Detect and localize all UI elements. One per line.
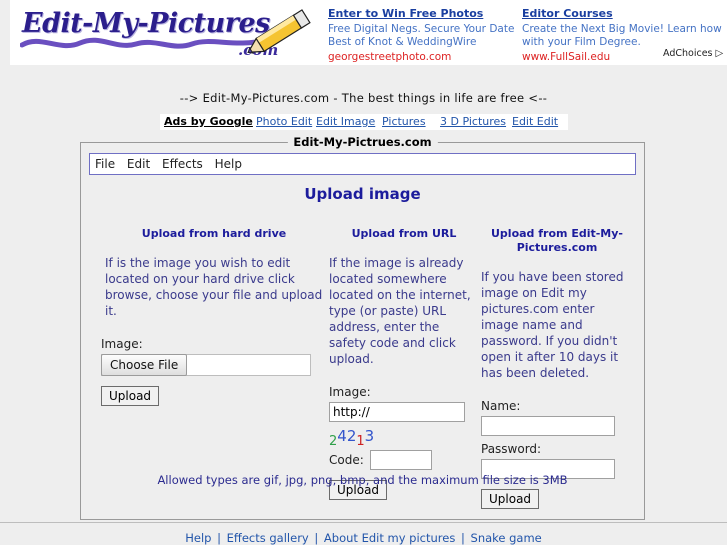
site-tagline: --> Edit-My-Pictures.com - The best thin… — [179, 91, 548, 105]
stored-name-input[interactable] — [481, 416, 615, 436]
upload-panel: Edit-My-Pictrues.com File Edit Effects H… — [80, 135, 645, 520]
ads-by-google-strip: Ads by Google Photo Edit Edit Image Pict… — [160, 114, 568, 130]
ad-keyword-link-pictures[interactable]: Pictures — [382, 115, 426, 128]
harddrive-description: If is the image you wish to edit located… — [105, 256, 323, 318]
upload-from-harddrive-column: Upload from hard drive If is the image y… — [101, 227, 327, 406]
page-title: Upload image — [304, 185, 421, 203]
footer-divider — [0, 522, 727, 523]
url-input[interactable] — [329, 402, 465, 422]
captcha-code-input[interactable] — [369, 450, 432, 470]
captcha-digit-2: 2 — [346, 427, 357, 445]
upload-from-site-column: Upload from Edit-My-Pictures.com If you … — [481, 227, 633, 509]
site-logo[interactable]: Edit-My-Pictures .com — [10, 0, 320, 65]
menu-item-help[interactable]: Help — [215, 157, 242, 171]
captcha-code-row: Code: — [329, 450, 479, 470]
footer-link-snake-game[interactable]: Snake game — [471, 531, 542, 545]
ad-2-body: Create the Next Big Movie! Learn how wit… — [522, 22, 722, 49]
stored-upload-button[interactable]: Upload — [481, 489, 540, 509]
footer-link-help[interactable]: Help — [185, 531, 211, 545]
footer-link-about[interactable]: About Edit my pictures — [324, 531, 455, 545]
footer-link-effects-gallery[interactable]: Effects gallery — [227, 531, 309, 545]
ad-1-url[interactable]: georgestreetphoto.com — [328, 51, 518, 65]
ad-1-body: Free Digital Negs. Secure Your Date Best… — [328, 22, 515, 49]
harddrive-heading: Upload from hard drive — [141, 227, 287, 240]
url-image-label: Image: — [329, 385, 371, 399]
menu-item-effects[interactable]: Effects — [162, 157, 203, 171]
ad-keyword-link-photo-edit[interactable]: Photo Edit — [256, 115, 312, 128]
app-menu-bar: File Edit Effects Help — [89, 153, 636, 175]
panel-legend: Edit-My-Pictrues.com — [287, 135, 438, 149]
top-banner: Edit-My-Pictures .com Enter to Win Free … — [10, 0, 727, 65]
logo-wave-decoration — [20, 37, 269, 49]
pencil-icon — [247, 9, 311, 54]
ad-1-title[interactable]: Enter to Win Free Photos — [328, 7, 518, 21]
code-label: Code: — [329, 453, 364, 467]
harddrive-file-input[interactable]: Choose File — [101, 354, 311, 376]
harddrive-upload-button[interactable]: Upload — [101, 386, 160, 406]
captcha-image: 24213 — [329, 427, 479, 449]
ad-keyword-link-3d-pictures[interactable]: 3 D Pictures — [440, 115, 506, 128]
stored-password-label: Password: — [481, 442, 542, 456]
triangle-right-icon: ▷ — [715, 48, 724, 59]
harddrive-image-label: Image: — [101, 337, 143, 351]
captcha-digit-3: 1 — [356, 434, 365, 449]
captcha-digit-1: 4 — [337, 427, 347, 445]
choose-file-button[interactable]: Choose File — [101, 354, 188, 376]
ad-keyword-link-edit-edit[interactable]: Edit Edit — [512, 115, 558, 128]
url-description: If the image is already located somewher… — [329, 256, 471, 366]
adchoices-button[interactable]: AdChoices ▷ — [663, 48, 723, 59]
footer-separator-3: | — [460, 531, 465, 545]
footer-separator-2: | — [314, 531, 319, 545]
ad-2-title[interactable]: Editor Courses — [522, 7, 722, 21]
stored-description: If you have been stored image on Edit my… — [481, 270, 624, 380]
ad-slot-1[interactable]: Enter to Win Free Photos Free Digital Ne… — [328, 7, 518, 64]
menu-item-edit[interactable]: Edit — [127, 157, 150, 171]
url-heading: Upload from URL — [351, 227, 457, 240]
allowed-types-note: Allowed types are gif, jpg, png, bmp, an… — [157, 473, 568, 487]
adchoices-label: AdChoices — [663, 48, 713, 59]
menu-item-file[interactable]: File — [95, 157, 115, 171]
ads-by-google-label[interactable]: Ads by Google — [164, 115, 253, 128]
logo-wordmark: Edit-My-Pictures — [22, 8, 270, 39]
footer-links: Help | Effects gallery | About Edit my p… — [0, 531, 727, 545]
footer-separator-1: | — [217, 531, 221, 545]
captcha-digit-4: 3 — [364, 427, 375, 445]
upload-from-url-column: Upload from URL If the image is already … — [329, 227, 479, 500]
stored-name-label: Name: — [481, 399, 521, 413]
stored-heading: Upload from Edit-My-Pictures.com — [491, 227, 623, 254]
ad-keyword-link-edit-image[interactable]: Edit Image — [316, 115, 375, 128]
